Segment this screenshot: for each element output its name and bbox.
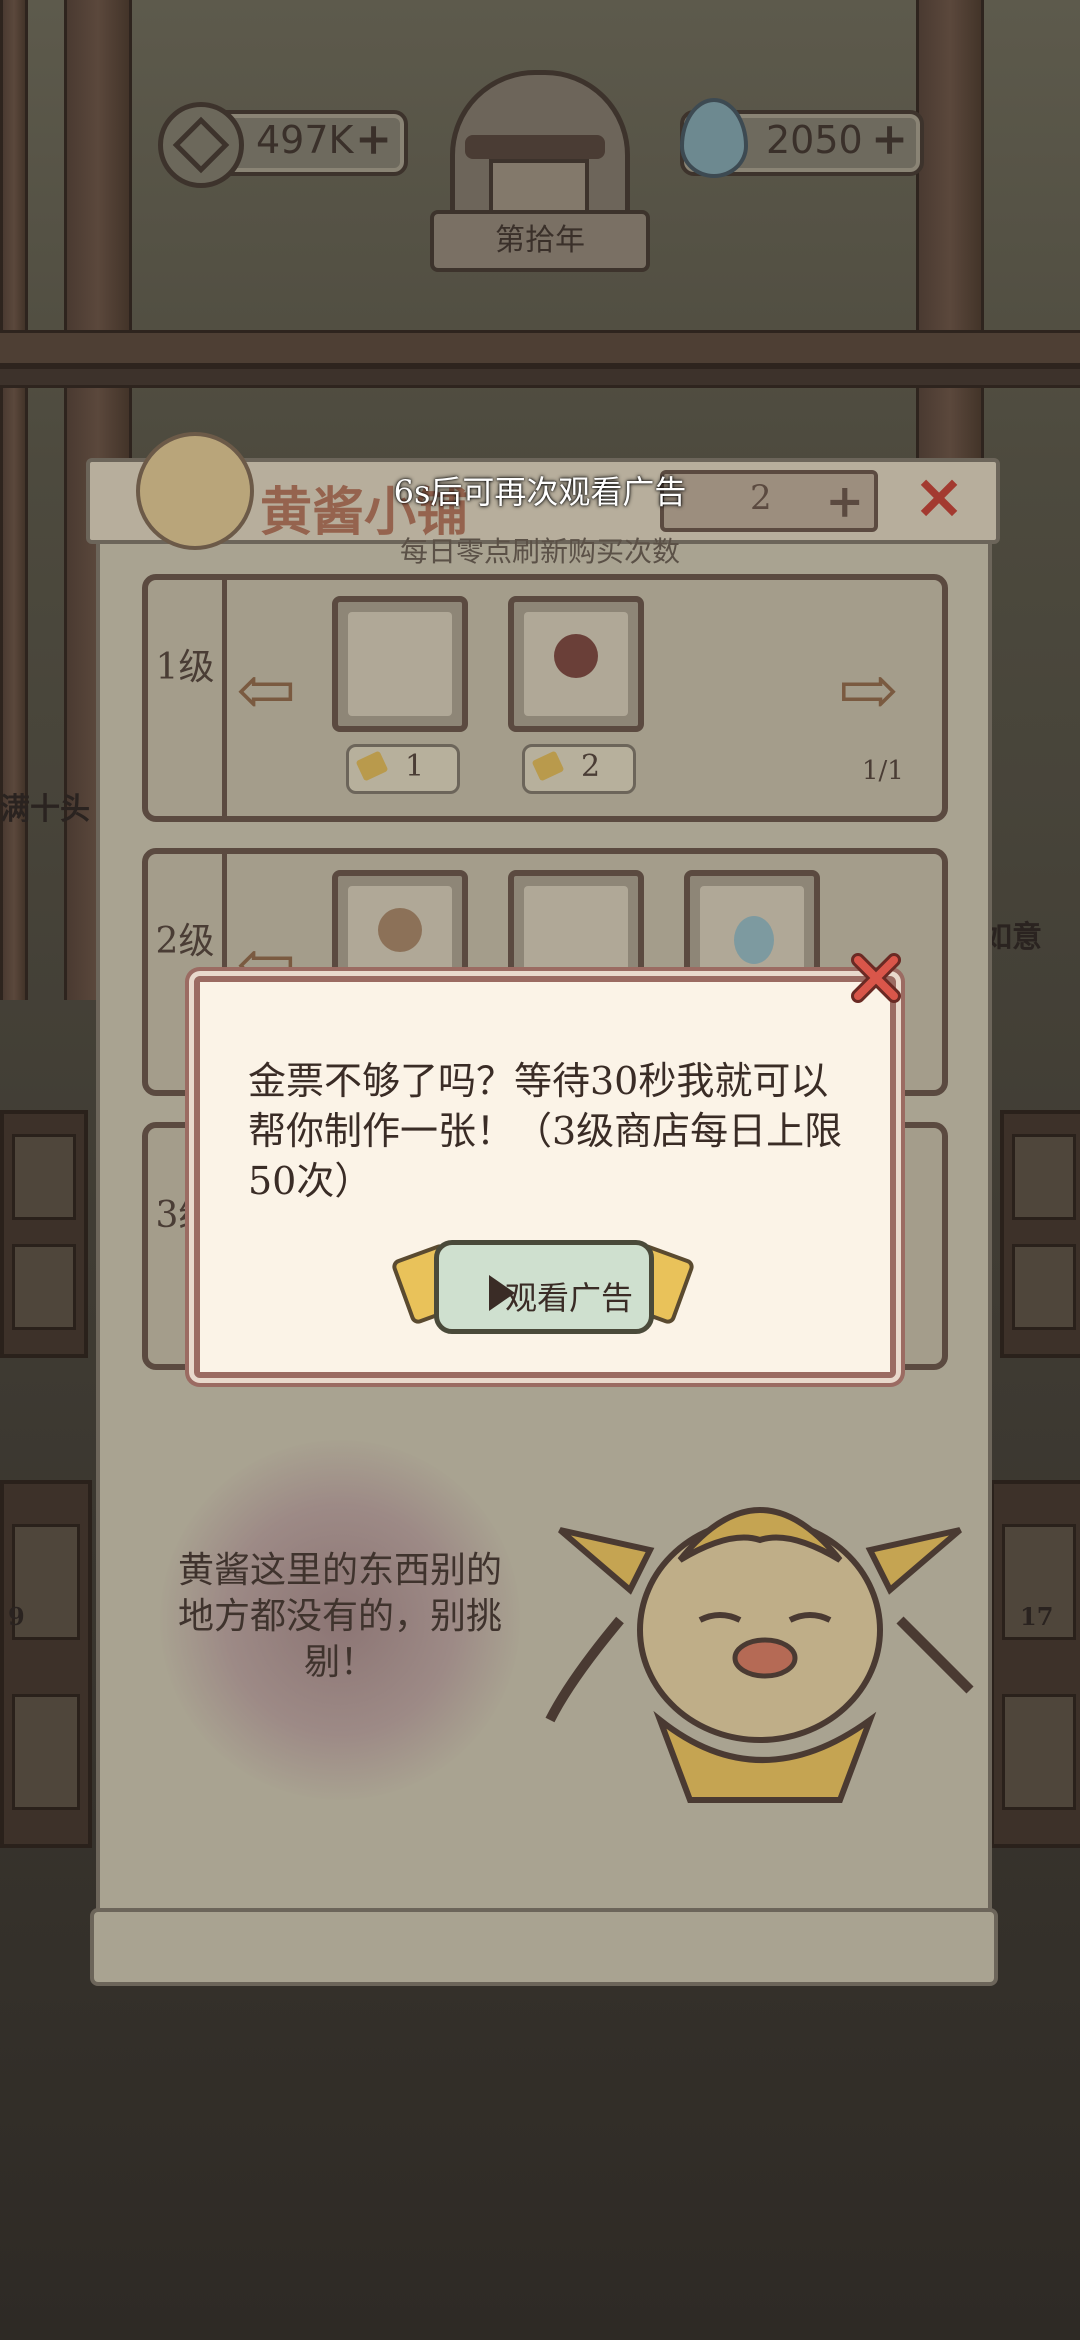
ad-cooldown-toast: 6s后可再次观看广告	[393, 473, 687, 511]
left-cabinet-upper	[0, 1110, 88, 1358]
watch-ad-button[interactable]: 观看广告	[390, 1232, 696, 1334]
tier-level-label: 1级	[155, 647, 215, 688]
shopkeeper-speech: 黄酱这里的东西别的地方都没有的，别挑剔！	[177, 1550, 502, 1683]
scroll-bottom-rod	[90, 1908, 998, 1986]
left-count: 9	[8, 1602, 25, 1631]
ticket-icon	[355, 750, 389, 782]
price-tag-2: 2	[522, 744, 636, 794]
shop-subtitle: 每日零点刷新购买次数	[399, 535, 680, 568]
price-value: 1	[405, 749, 425, 784]
coin-value: 497K	[256, 118, 354, 162]
coin-icon	[158, 102, 244, 188]
gem-value: 2050	[766, 118, 863, 162]
left-side-label: 满十头	[0, 792, 90, 827]
tier-level: 1级	[148, 580, 227, 816]
pavilion-emblem-icon	[450, 70, 630, 230]
right-count: 17	[1020, 1602, 1054, 1631]
left-cabinet-lower	[0, 1480, 92, 1848]
add-coins-button[interactable]: +	[355, 118, 392, 162]
item-paper-packet[interactable]	[332, 596, 468, 732]
dialog-message: 金票不够了吗？等待30秒我就可以帮你制作一张！（3级商店每日上限50次）	[248, 1059, 843, 1203]
ceiling-beam-lower	[0, 366, 1080, 388]
tier-level-label: 2级	[155, 921, 215, 962]
year-banner: 第拾年	[430, 210, 650, 272]
price-tag-1: 1	[346, 744, 460, 794]
tier1-next-arrow[interactable]: ⇨	[838, 654, 898, 726]
right-cabinet-upper	[1000, 1110, 1080, 1358]
shopkeeper-mascot	[545, 1507, 974, 1803]
ceiling-beam	[0, 330, 1080, 366]
tier1-prev-arrow[interactable]: ⇦	[236, 654, 296, 726]
item-red-bead-plate[interactable]	[508, 596, 644, 732]
add-gems-button[interactable]: +	[871, 118, 908, 162]
watch-ad-label: 观看广告	[505, 1279, 634, 1317]
close-dialog-icon[interactable]	[848, 950, 904, 1006]
watch-ad-button-body[interactable]: 观看广告	[434, 1240, 654, 1334]
game-screen: 满十头 如意 9 17 497K + 2050 + 第拾年 黄酱小铺 2 + ✕…	[0, 0, 1080, 2340]
tier1-page-indicator: 1/1	[862, 756, 904, 786]
price-value: 2	[581, 749, 601, 784]
right-cabinet-lower	[990, 1480, 1080, 1848]
ticket-icon	[531, 750, 565, 782]
